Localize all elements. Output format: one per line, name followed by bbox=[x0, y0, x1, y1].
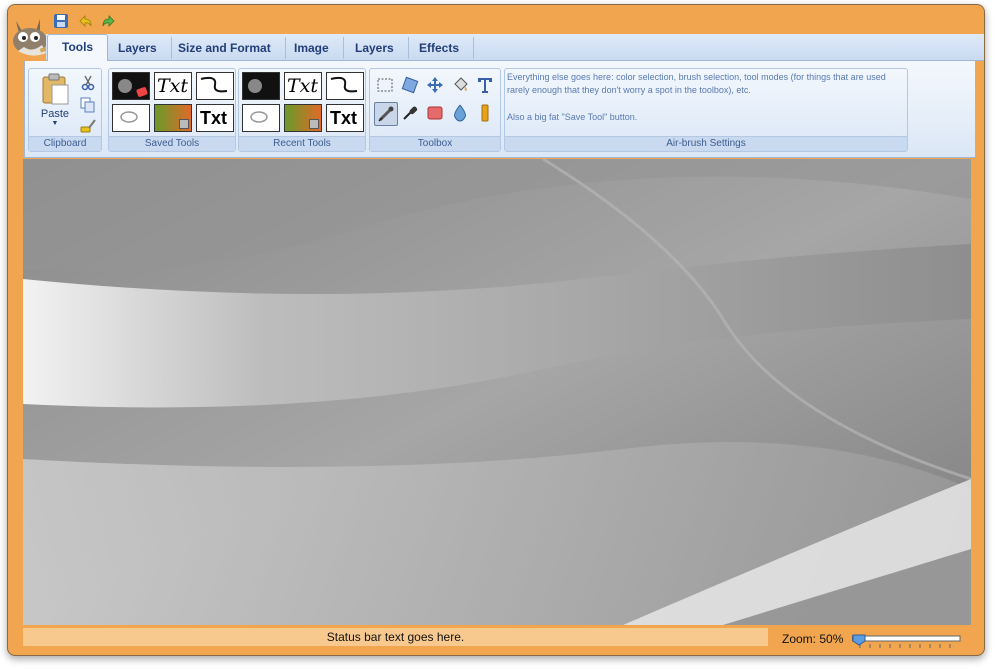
airbrush-settings-text: Everything else goes here: color selecti… bbox=[507, 71, 903, 124]
redo-icon[interactable] bbox=[100, 12, 118, 30]
ribbon-panel: Paste ▼ Clipboard Txt Txt Saved Tools Tx… bbox=[24, 61, 976, 158]
transform-icon[interactable] bbox=[399, 74, 421, 96]
saved-tools-group: Txt Txt Saved Tools bbox=[108, 68, 236, 152]
saved-tool-airbrush[interactable] bbox=[112, 72, 150, 100]
toolbox-group-label: Toolbox bbox=[370, 136, 500, 151]
zoom-slider-thumb[interactable] bbox=[852, 633, 866, 646]
gradient-icon bbox=[309, 119, 319, 129]
paste-label: Paste bbox=[40, 108, 70, 120]
status-bar: Status bar text goes here. bbox=[23, 628, 768, 646]
recent-tool-text-label: Txt bbox=[330, 108, 357, 128]
ribbon-tab-bar: Tools Layers Size and Format Image Layer… bbox=[46, 34, 984, 61]
recent-tools-group-label: Recent Tools bbox=[239, 136, 365, 151]
rect-select-icon[interactable] bbox=[374, 74, 396, 96]
recent-tool-lasso[interactable] bbox=[242, 104, 280, 132]
tab-effects[interactable]: Effects bbox=[405, 37, 475, 59]
undo-icon[interactable] bbox=[76, 12, 94, 30]
tab-image[interactable]: Image bbox=[280, 37, 344, 59]
bucket-fill-icon[interactable] bbox=[449, 74, 471, 96]
move-icon[interactable] bbox=[424, 74, 446, 96]
cut-icon[interactable] bbox=[77, 72, 99, 94]
tab-tools[interactable]: Tools bbox=[47, 34, 109, 61]
saved-tool-script-label: Txt bbox=[157, 75, 189, 97]
saved-tool-path[interactable] bbox=[196, 72, 234, 100]
chevron-down-icon: ▼ bbox=[51, 120, 59, 127]
recent-tool-airbrush[interactable] bbox=[242, 72, 280, 100]
tab-size-and-format[interactable]: Size and Format bbox=[164, 37, 286, 59]
saved-tool-text[interactable]: Txt bbox=[196, 104, 234, 132]
eraser-icon[interactable] bbox=[424, 102, 446, 124]
quick-access-toolbar bbox=[52, 12, 118, 30]
image-canvas[interactable] bbox=[23, 159, 971, 625]
format-painter-icon[interactable] bbox=[77, 115, 99, 137]
clipboard-group: Paste ▼ Clipboard bbox=[28, 68, 102, 152]
app-window: Tools Layers Size and Format Image Layer… bbox=[7, 4, 985, 656]
color-picker-icon[interactable] bbox=[399, 102, 421, 124]
paste-button[interactable]: Paste ▼ bbox=[37, 73, 73, 129]
recent-tool-script-label: Txt bbox=[287, 75, 319, 97]
text-icon[interactable] bbox=[474, 74, 496, 96]
recent-tool-script-text[interactable]: Txt bbox=[284, 72, 322, 100]
saved-tool-lasso[interactable] bbox=[112, 104, 150, 132]
smudge-icon[interactable] bbox=[474, 102, 496, 124]
zoom-label: Zoom: 50% bbox=[782, 632, 844, 646]
blur-icon[interactable] bbox=[449, 102, 471, 124]
tab-layers[interactable]: Layers bbox=[104, 37, 172, 59]
airbrush-settings-description: Everything else goes here: color selecti… bbox=[507, 72, 886, 95]
save-icon[interactable] bbox=[52, 12, 70, 30]
paste-icon bbox=[37, 73, 73, 110]
copy-icon[interactable] bbox=[77, 94, 99, 116]
saved-tool-script-text[interactable]: Txt bbox=[154, 72, 192, 100]
clipboard-group-label: Clipboard bbox=[29, 136, 101, 151]
saved-tool-gradient[interactable] bbox=[154, 104, 192, 132]
saved-tool-text-label: Txt bbox=[200, 108, 227, 128]
airbrush-icon[interactable] bbox=[374, 102, 398, 126]
gradient-icon bbox=[179, 119, 189, 129]
recent-tool-gradient[interactable] bbox=[284, 104, 322, 132]
recent-tool-path[interactable] bbox=[326, 72, 364, 100]
airbrush-settings-group: Everything else goes here: color selecti… bbox=[504, 68, 908, 152]
airbrush-settings-save-note: Also a big fat "Save Tool" button. bbox=[507, 112, 638, 122]
airbrush-settings-group-label: Air-brush Settings bbox=[505, 136, 907, 151]
zoom-slider[interactable] bbox=[851, 633, 962, 648]
recent-tool-text[interactable]: Txt bbox=[326, 104, 364, 132]
tab-layers-2[interactable]: Layers bbox=[341, 37, 409, 59]
toolbox-group: Toolbox bbox=[369, 68, 501, 152]
recent-tools-group: Txt Txt Recent Tools bbox=[238, 68, 366, 152]
saved-tools-group-label: Saved Tools bbox=[109, 136, 235, 151]
